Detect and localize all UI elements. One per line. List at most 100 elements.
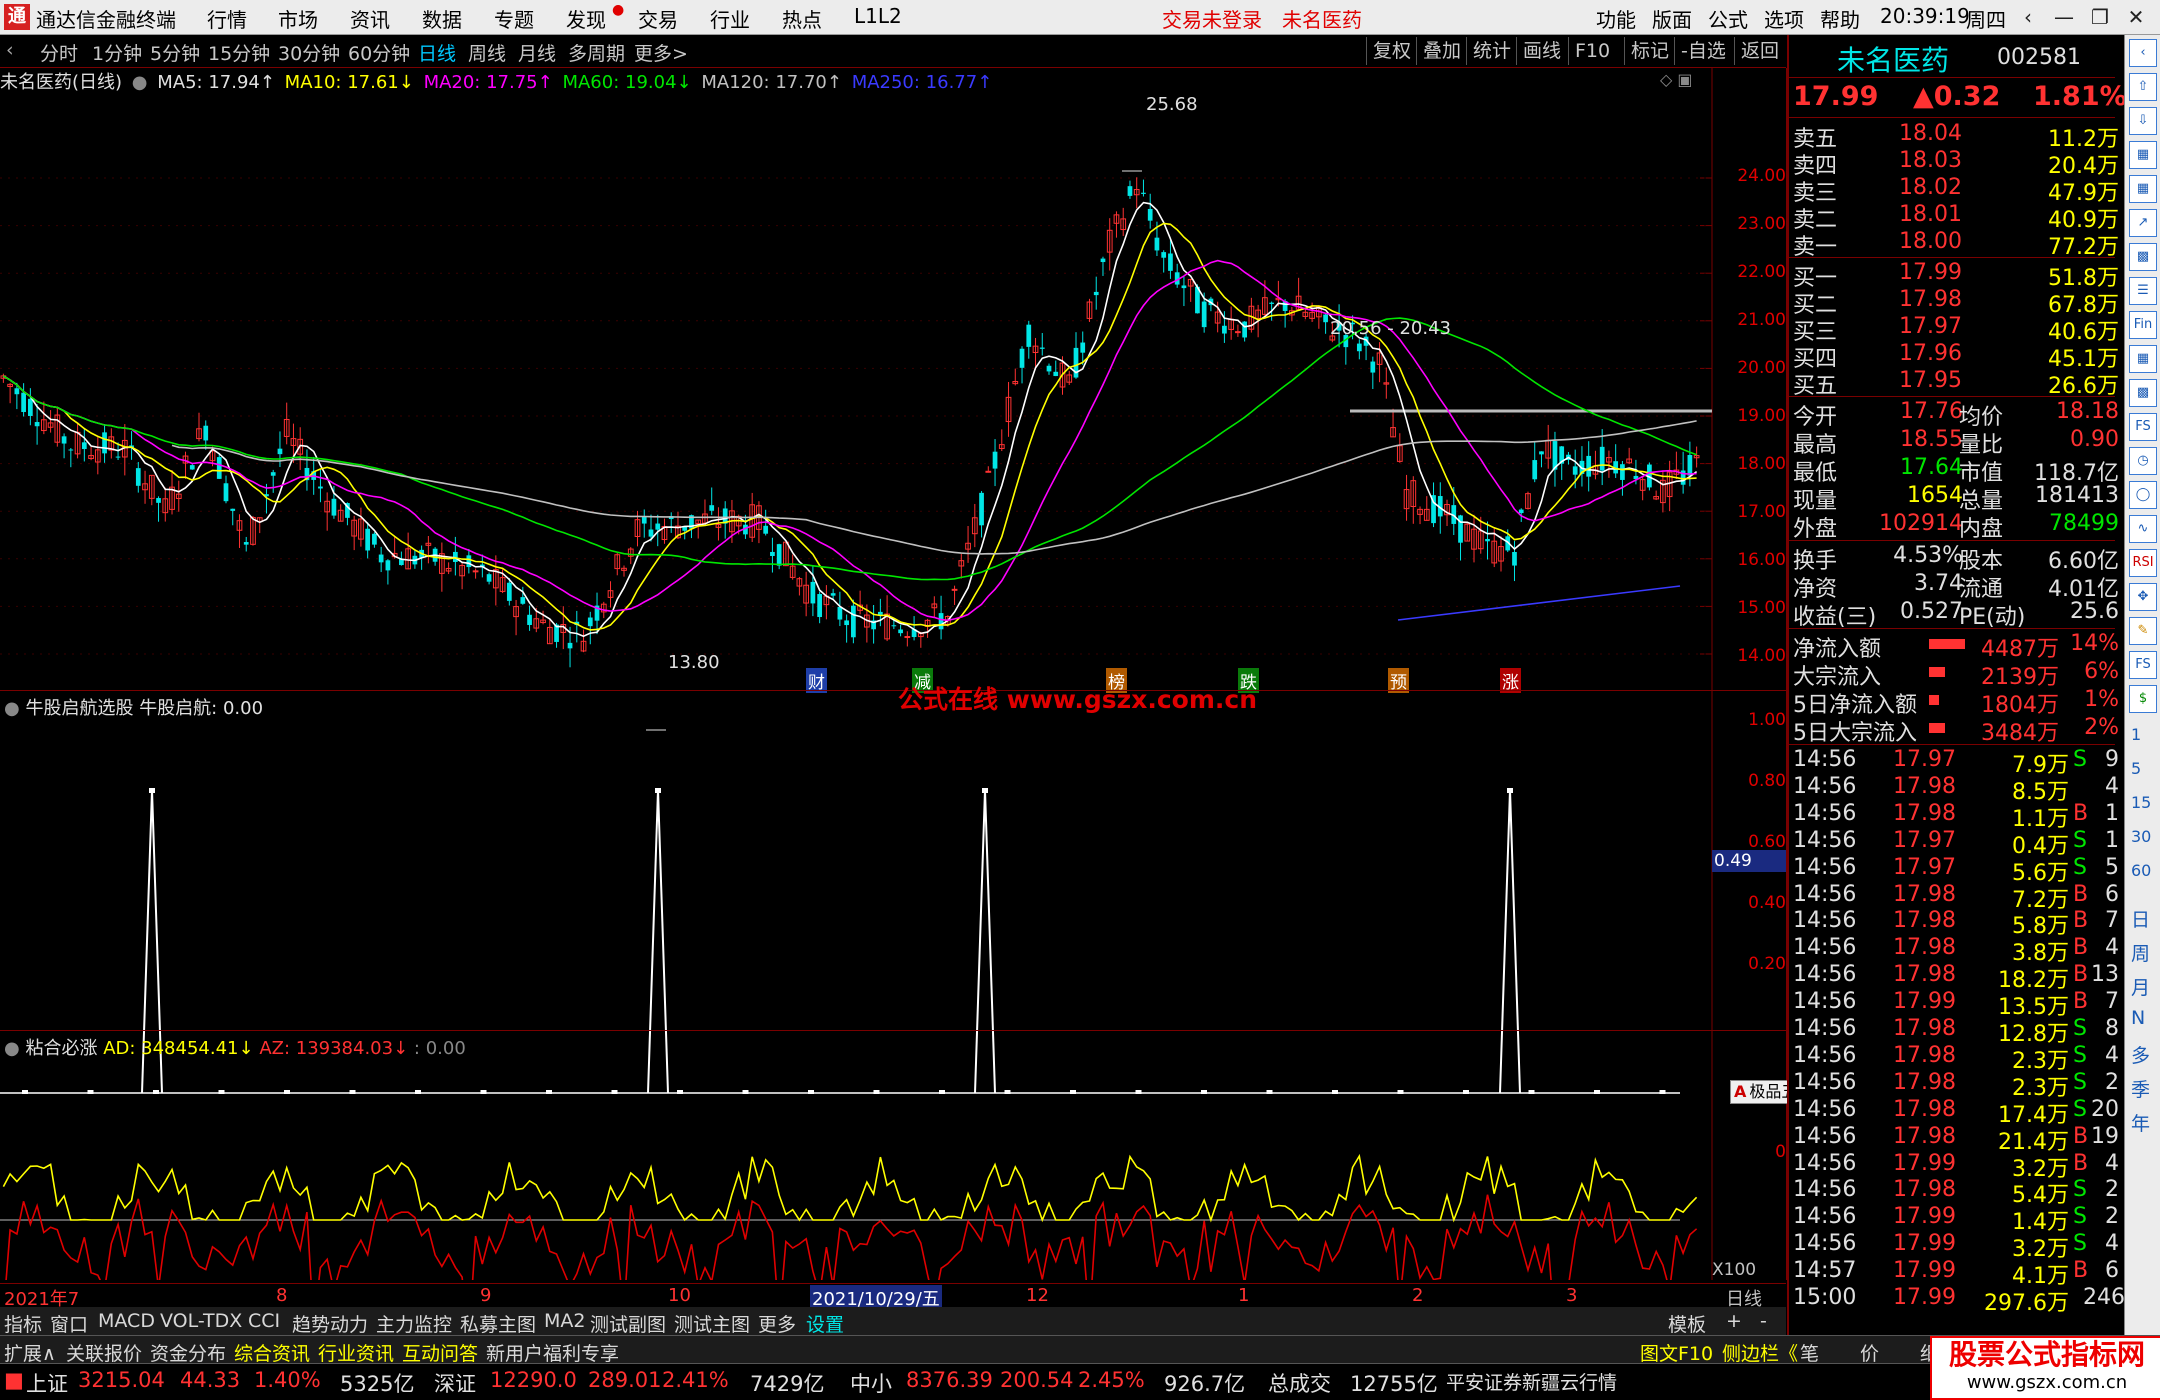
sidebar-period[interactable]: N — [2131, 1007, 2145, 1029]
sidebar-period[interactable]: 月 — [2131, 973, 2150, 1000]
tool-draw-button[interactable]: 画线 — [1516, 37, 1567, 65]
sidebar-down-icon[interactable]: ⇩ — [2129, 107, 2157, 135]
tab-macd[interactable]: MACD — [98, 1310, 155, 1332]
menu-item-news[interactable]: 资讯 — [350, 4, 390, 33]
menu-item-topics[interactable]: 专题 — [494, 4, 534, 33]
sidebar-pen-icon[interactable]: ✎ — [2129, 617, 2157, 645]
sidebar-line-chart-icon[interactable]: ↗ — [2129, 209, 2157, 237]
sidebar-minute-period[interactable]: 30 — [2131, 827, 2151, 846]
menu-item-market[interactable]: 市场 — [278, 4, 318, 33]
tab-sidebar[interactable]: 侧边栏《 — [1722, 1339, 1798, 1366]
sidebar-period[interactable]: 周 — [2131, 939, 2150, 966]
menu-item-discover[interactable]: 发现 — [566, 4, 606, 33]
settings-dot-icon[interactable]: ● — [132, 72, 148, 93]
sidebar-fs2-icon[interactable]: FS — [2129, 651, 2157, 679]
tab-cci[interactable]: CCI — [248, 1310, 280, 1332]
period-tab-60min[interactable]: 60分钟 — [348, 39, 410, 66]
back-icon[interactable]: ‹ — [2010, 2, 2046, 32]
sidebar-table-icon[interactable]: ▦ — [2129, 175, 2157, 203]
menu-item-layout[interactable]: 版面 — [1652, 4, 1692, 33]
period-tab-5min[interactable]: 5分钟 — [150, 39, 200, 66]
sidebar-minute-period[interactable]: 1 — [2131, 725, 2141, 744]
tab-pen[interactable]: 笔 — [1800, 1339, 1819, 1366]
sidebar-list-icon[interactable]: ☰ — [2129, 277, 2157, 305]
sidebar-period[interactable]: 多 — [2131, 1041, 2150, 1068]
period-tab-daily[interactable]: 日线 — [418, 39, 456, 66]
menu-item-l1l2[interactable]: L1L2 — [854, 4, 902, 28]
tab-plus-button[interactable]: + — [1726, 1310, 1742, 1332]
tool-back-button[interactable]: 返回 — [1734, 37, 1785, 65]
indicator2-name[interactable]: 粘合必涨 — [25, 1038, 97, 1059]
sidebar-period[interactable]: 年 — [2131, 1109, 2150, 1136]
tab-test-main[interactable]: 测试主图 — [674, 1310, 750, 1337]
tab-template[interactable]: 模板 — [1668, 1310, 1706, 1337]
period-tab-multi[interactable]: 多周期 — [568, 39, 625, 66]
sidebar-move-icon[interactable]: ✥ — [2129, 583, 2157, 611]
tab-vol-tdx[interactable]: VOL-TDX — [160, 1310, 242, 1332]
sidebar-calendar-icon[interactable]: ▦ — [2129, 141, 2157, 169]
collapse-dot-icon[interactable]: ● — [4, 1038, 20, 1059]
period-tab-more[interactable]: 更多> — [634, 39, 688, 66]
tab-ma2[interactable]: MA2 — [544, 1310, 585, 1332]
sidebar-collapse-icon[interactable]: ‹ — [2129, 39, 2157, 67]
login-status[interactable]: 交易未登录 — [1162, 4, 1262, 33]
menu-item-data[interactable]: 数据 — [422, 4, 462, 33]
collapse-icon[interactable]: ‹ — [6, 39, 14, 61]
tab-more[interactable]: 更多 — [758, 1310, 796, 1337]
sidebar-fs-icon[interactable]: FS — [2129, 413, 2157, 441]
tab-price[interactable]: 价 — [1860, 1339, 1879, 1366]
tab-qa[interactable]: 互动问答 — [402, 1339, 478, 1366]
sidebar-money-icon[interactable]: $ — [2129, 685, 2157, 713]
menu-item-function[interactable]: 功能 — [1596, 4, 1636, 33]
sidebar-candle-icon[interactable]: ▩ — [2129, 243, 2157, 271]
menu-item-formula[interactable]: 公式 — [1708, 4, 1748, 33]
sidebar-clock-icon[interactable]: ◷ — [2129, 447, 2157, 475]
tab-fund-distribution[interactable]: 资金分布 — [150, 1339, 226, 1366]
tool-overlay-button[interactable]: 叠加 — [1416, 37, 1467, 65]
menu-item-trade[interactable]: 交易 — [638, 4, 678, 33]
sidebar-minute-period[interactable]: 60 — [2131, 861, 2151, 880]
close-icon[interactable]: ✕ — [2118, 2, 2154, 32]
period-tab-monthly[interactable]: 月线 — [518, 39, 556, 66]
tab-test-sub[interactable]: 测试副图 — [590, 1310, 666, 1337]
sidebar-up-icon[interactable]: ⇧ — [2129, 73, 2157, 101]
menu-item-quotes[interactable]: 行情 — [207, 4, 247, 33]
menu-item-options[interactable]: 选项 — [1764, 4, 1804, 33]
tab-main-monitor[interactable]: 主力监控 — [376, 1310, 452, 1337]
tab-private-main[interactable]: 私募主图 — [460, 1310, 536, 1337]
tool-restore-rights-button[interactable]: 复权 — [1366, 37, 1417, 65]
tab-window[interactable]: 窗口 — [50, 1310, 88, 1337]
sh-label[interactable]: 上证 — [26, 1368, 68, 1398]
period-tab-30min[interactable]: 30分钟 — [278, 39, 340, 66]
restore-icon[interactable]: ❐ — [2082, 2, 2118, 32]
tab-minus-button[interactable]: - — [1760, 1310, 1767, 1332]
chart-options-icon[interactable]: ◇ ▣ — [1660, 70, 1693, 89]
tab-expand[interactable]: 扩展∧ — [4, 1339, 56, 1366]
tool-watchlist-button[interactable]: -自选 — [1674, 37, 1732, 65]
menu-item-help[interactable]: 帮助 — [1820, 4, 1860, 33]
tool-f10-button[interactable]: F10 — [1568, 37, 1616, 65]
sidebar-grid-icon[interactable]: ▦ — [2129, 345, 2157, 373]
zx-label[interactable]: 中小 — [850, 1368, 892, 1398]
tab-general-news[interactable]: 综合资讯 — [234, 1339, 310, 1366]
sidebar-bars-icon[interactable]: ▩ — [2129, 379, 2157, 407]
tab-indicator[interactable]: 指标 — [4, 1310, 42, 1337]
period-tab-15min[interactable]: 15分钟 — [208, 39, 270, 66]
period-tab-1min[interactable]: 1分钟 — [92, 39, 142, 66]
sidebar-rsi-icon[interactable]: RSI — [2129, 549, 2157, 577]
tool-mark-button[interactable]: 标记 — [1624, 37, 1675, 65]
menu-item-hot[interactable]: 热点 — [782, 4, 822, 33]
sz-label[interactable]: 深证 — [434, 1368, 476, 1398]
tab-f10-graphic[interactable]: 图文F10 — [1640, 1339, 1713, 1366]
sidebar-period[interactable]: 季 — [2131, 1075, 2150, 1102]
indicator1-name[interactable]: 牛股启航选股 — [25, 698, 133, 719]
collapse-dot-icon[interactable]: ● — [4, 698, 20, 719]
sidebar-circle-icon[interactable]: ◯ — [2129, 481, 2157, 509]
sidebar-fin-icon[interactable]: Fin — [2129, 311, 2157, 339]
minimize-icon[interactable]: — — [2046, 2, 2082, 32]
tab-settings[interactable]: 设置 — [806, 1310, 844, 1337]
tool-stats-button[interactable]: 统计 — [1466, 37, 1517, 65]
tab-industry-news[interactable]: 行业资讯 — [318, 1339, 394, 1366]
period-tab-weekly[interactable]: 周线 — [468, 39, 506, 66]
tab-related-quote[interactable]: 关联报价 — [66, 1339, 142, 1366]
